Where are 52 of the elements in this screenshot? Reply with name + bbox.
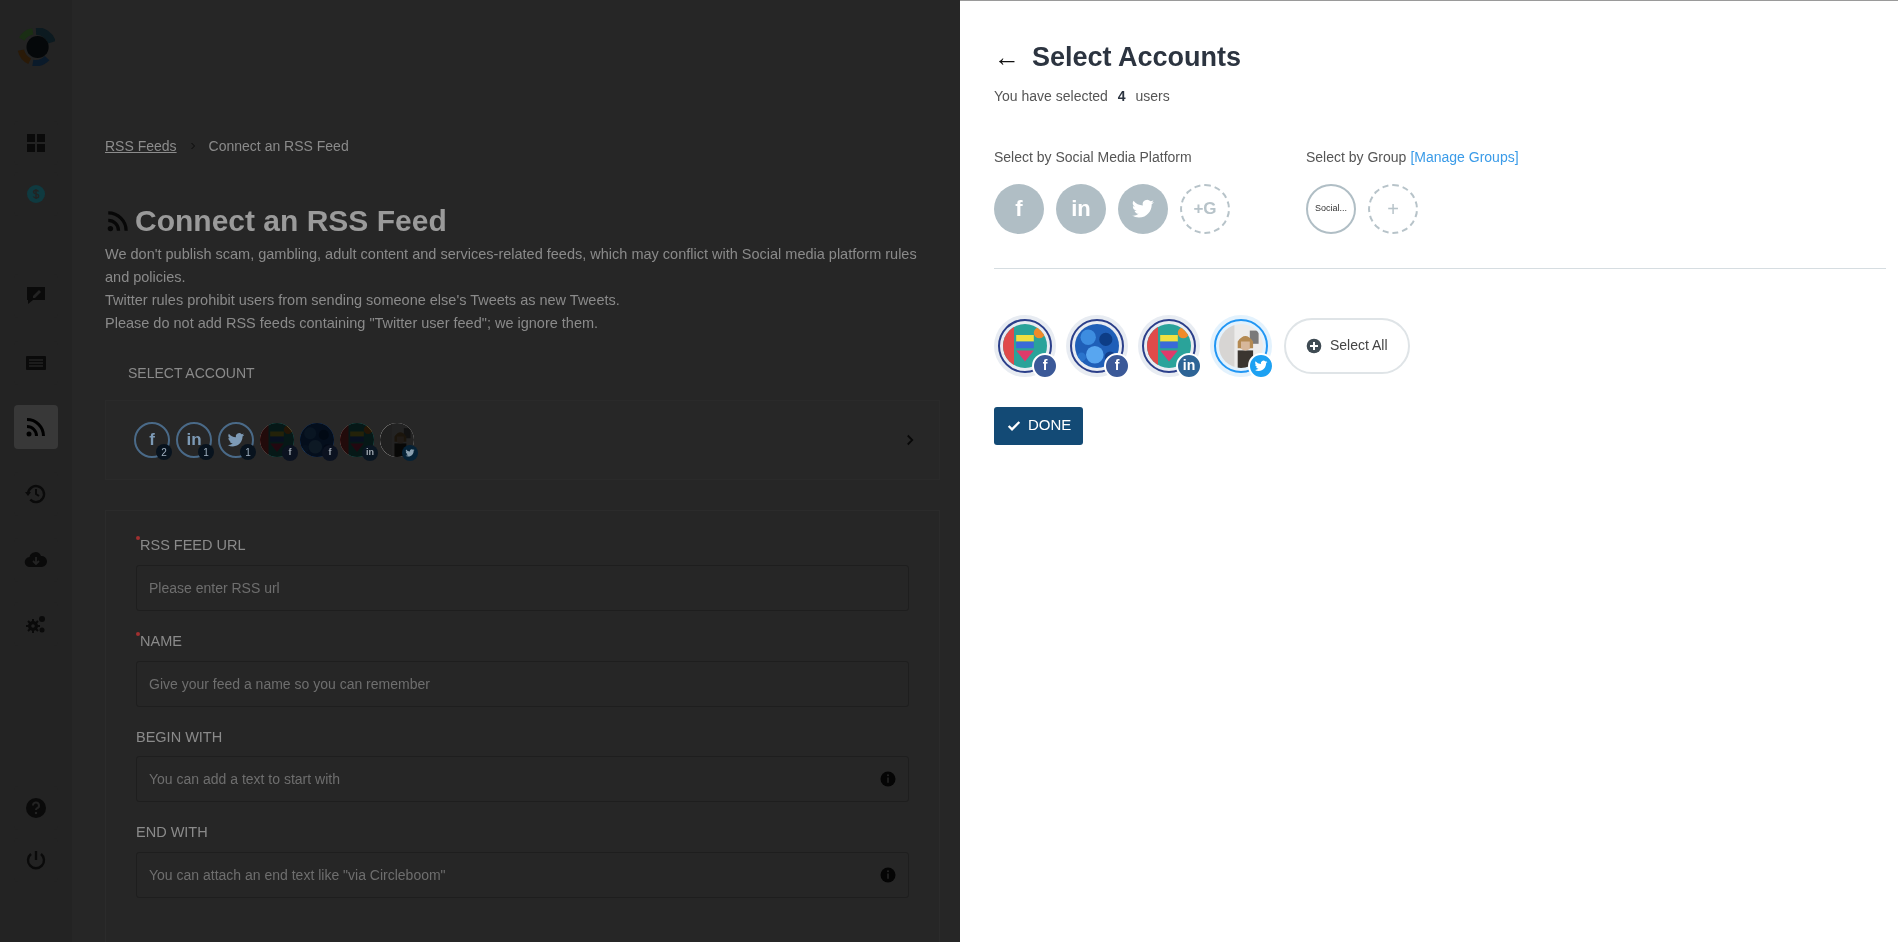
network-badge: f [322,445,338,461]
back-button[interactable]: ← [994,44,1020,71]
breadcrumb-current: Connect an RSS Feed [208,136,349,156]
count-badge: 1 [240,444,256,460]
network-badge: in [362,445,378,461]
network-badge: f [282,445,298,461]
plus-circle-icon [1306,337,1322,354]
network-badge: f [1032,352,1058,379]
count-badge: 2 [156,444,172,460]
field-label: RSS FEED URL [140,536,246,555]
help-icon [24,796,48,820]
group-button[interactable]: Social... [1306,183,1356,234]
section-label: Select by Group [1306,147,1407,167]
account-selector[interactable]: f 2 in 1 1 f f in [105,400,940,480]
input-field[interactable]: Please enter RSS url [136,564,909,611]
page-title: Connect an RSS Feed [135,203,447,239]
account-avatar[interactable]: f [1066,314,1128,377]
breadcrumb-link[interactable]: RSS Feeds [105,135,177,157]
platform-icon: in 1 [176,422,212,458]
platform-icon: f 2 [134,422,170,458]
panel-title: Select Accounts [1032,41,1242,74]
bird-icon [227,431,245,449]
input-field[interactable]: Give your feed a name so you can remember [136,660,909,707]
network-badge: f [1104,352,1130,379]
field-label: BEGIN WITH [136,727,223,747]
dashboard-icon [24,131,48,155]
section-label: Select by Social Media Platform [994,147,1193,167]
input-field[interactable]: You can attach an end text like "via Circleboom" [136,852,909,898]
platform-button[interactable] [1118,183,1168,234]
field-label: END WITH [136,823,208,843]
power-icon [24,848,48,872]
description-text: Please do not add RSS feeds containing "Twitter user feed"; we ignore them. [105,314,600,333]
select-all-button[interactable]: Select All [1284,317,1410,374]
account-avatar[interactable]: f [994,314,1056,377]
bird-icon [405,448,415,458]
section-label: SELECT ACCOUNT [128,364,256,383]
account-avatar[interactable]: in [1138,314,1200,377]
bird-icon [1254,358,1268,373]
rss-icon [24,415,48,439]
done-button[interactable]: DONE [994,406,1084,445]
logo-icon[interactable] [17,28,55,66]
history-icon [24,482,48,506]
description-text: We don't publish scam, gambling, adult content and services-related feeds, which may conflict with Social media platform rules and policies. [105,245,918,287]
field-label: NAME [140,631,182,651]
description-text: Twitter rules prohibit users from sending someone else's Tweets as new Tweets. [105,291,621,310]
rss-icon [105,208,131,234]
dollar-badge-icon [24,182,48,206]
count-badge: 1 [198,444,214,460]
selection-summary: You have selected 4 users [994,86,1171,106]
network-badge: in [1176,352,1202,379]
input-field[interactable]: You can add a text to start with [136,756,909,803]
sidebar-item[interactable] [14,405,58,449]
